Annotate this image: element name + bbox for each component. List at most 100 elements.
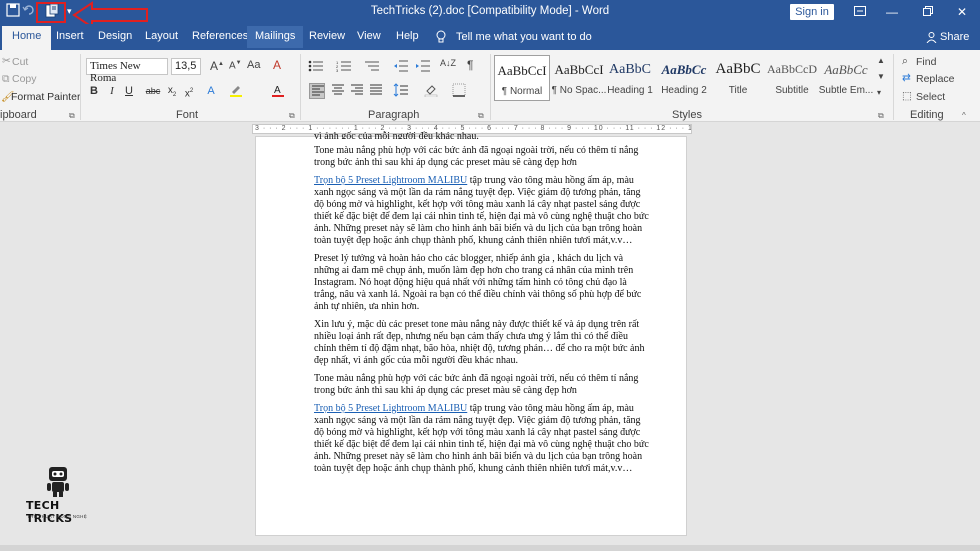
document-page[interactable]: vì ảnh gốc của mỗi người đều khác nhau. … [255, 131, 687, 536]
style-heading-1[interactable]: AaBbC Heading 1 [602, 55, 658, 101]
style-no-spacing[interactable]: AaBbCcI ¶ No Spac... [551, 55, 607, 101]
style-name: Subtitle [775, 85, 809, 96]
multilevel-list-icon[interactable] [364, 60, 380, 75]
tab-mailings[interactable]: Mailings [247, 26, 304, 48]
tab-insert[interactable]: Insert [56, 30, 84, 42]
bullets-icon[interactable] [308, 60, 324, 75]
style-preview: AaBbC [609, 62, 651, 77]
clear-formatting-icon[interactable]: A [273, 58, 281, 72]
italic-icon[interactable]: I [104, 83, 120, 99]
style-title[interactable]: AaBbC Title [710, 55, 766, 101]
doc-paragraph: Tone màu nắng phù hợp với các bức ảnh đã… [314, 145, 639, 168]
tab-review[interactable]: Review [309, 30, 345, 42]
underline-icon[interactable]: U [121, 83, 137, 99]
document-body[interactable]: vì ảnh gốc của mỗi người đều khác nhau. … [314, 131, 650, 481]
align-center-icon[interactable] [331, 84, 345, 99]
font-launcher-icon[interactable]: ⧉ [289, 111, 295, 121]
style-preview: AaBbCcI [554, 62, 604, 77]
increase-indent-icon[interactable] [416, 60, 430, 75]
doc-paragraph: Tone màu nắng phù hợp với các bức ảnh đã… [314, 373, 639, 396]
style-subtle-emphasis[interactable]: AaBbCc Subtle Em... [818, 55, 874, 101]
text-effects-icon[interactable]: A [203, 83, 219, 99]
ribbon-display-icon[interactable] [842, 0, 878, 24]
style-subtitle[interactable]: AaBbCcD Subtitle [764, 55, 820, 101]
select-icon[interactable]: ⬚ [902, 90, 912, 102]
sign-in-button[interactable]: Sign in [790, 4, 834, 20]
style-preview: AaBbCc [824, 62, 868, 77]
justify-icon[interactable] [369, 84, 383, 99]
separator [80, 54, 81, 120]
tab-layout[interactable]: Layout [145, 30, 178, 42]
find-button[interactable]: Find [916, 56, 936, 68]
change-case-icon[interactable]: Aa [247, 59, 260, 71]
separator [490, 54, 491, 120]
replace-button[interactable]: Replace [916, 73, 955, 85]
font-group-label: Font [176, 109, 199, 121]
separator [300, 54, 301, 120]
superscript-icon[interactable]: x2 [181, 83, 197, 99]
strikethrough-icon[interactable]: abc [145, 83, 161, 99]
clipboard-launcher-icon[interactable]: ⧉ [69, 111, 75, 121]
style-preview: AaBbCcI [497, 63, 547, 78]
format-painter-button[interactable]: Format Painter [11, 91, 80, 103]
paragraph-launcher-icon[interactable]: ⧉ [478, 111, 484, 121]
font-size-box[interactable]: 13,5 [171, 58, 201, 75]
doc-paragraph-partial: vì ảnh gốc của mỗi người đều khác nhau. [314, 131, 479, 139]
tab-view[interactable]: View [357, 30, 381, 42]
replace-icon[interactable]: ⇄ [902, 72, 911, 84]
style-preview: AaBbCc [661, 62, 707, 77]
cut-icon[interactable]: ✂ [2, 55, 11, 67]
shrink-font-icon[interactable]: A▼ [229, 60, 242, 71]
minimize-icon[interactable]: — [874, 0, 910, 24]
close-icon[interactable]: ✕ [944, 0, 980, 24]
doc-paragraph: Preset lý tưởng và hoàn hảo cho các blog… [314, 253, 642, 312]
tab-references[interactable]: References [192, 30, 248, 42]
tab-home[interactable]: Home [2, 26, 52, 50]
sort-icon[interactable]: A↓Z [440, 58, 456, 68]
styles-scroll-up-icon[interactable]: ▲ [877, 56, 885, 65]
align-right-icon[interactable] [350, 84, 364, 99]
font-color-icon[interactable]: A [270, 83, 286, 99]
share-button[interactable]: Share [940, 31, 969, 43]
subscript-icon[interactable]: x2 [164, 83, 180, 99]
tab-help[interactable]: Help [396, 30, 419, 42]
copy-icon[interactable]: ⧉ [2, 73, 10, 86]
lightbulb-icon [436, 30, 446, 46]
share-icon[interactable] [926, 32, 937, 46]
tab-design[interactable]: Design [98, 30, 132, 42]
numbering-icon[interactable]: 123 [336, 60, 352, 75]
line-spacing-icon[interactable] [393, 83, 409, 100]
style-preview: AaBbC [715, 61, 761, 77]
copy-button[interactable]: Copy [12, 73, 37, 85]
select-button[interactable]: Select [916, 91, 945, 103]
bold-icon[interactable]: B [86, 83, 102, 99]
borders-icon[interactable] [452, 83, 466, 100]
hyperlink-malibu[interactable]: Trọn bộ 5 Preset Lightroom MALIBU [314, 403, 467, 414]
title-bar: ▾ TechTricks (2).doc [Compatibility Mode… [0, 0, 980, 29]
editing-group-label: Editing [910, 109, 944, 121]
tech-tricks-logo: TECH TRICKS THỦ THUẬT CÔNG NGHỆ [20, 465, 100, 525]
font-name-box[interactable]: Times New Roma [86, 58, 168, 84]
style-name: ¶ Normal [501, 86, 543, 97]
find-icon[interactable]: ⌕ [902, 55, 908, 68]
cut-button[interactable]: Cut [12, 56, 28, 68]
style-name: Heading 2 [661, 85, 707, 96]
style-heading-2[interactable]: AaBbCc Heading 2 [656, 55, 712, 101]
decrease-indent-icon[interactable] [394, 60, 408, 75]
tell-me-search[interactable]: Tell me what you want to do [456, 31, 592, 43]
style-normal[interactable]: AaBbCcI ¶ Normal [494, 55, 550, 101]
restore-icon[interactable] [910, 0, 946, 24]
show-formatting-icon[interactable]: ¶ [467, 58, 473, 72]
paragraph-group-label: Paragraph [368, 109, 420, 121]
styles-more-icon[interactable]: ▾ [877, 88, 881, 97]
styles-scroll-down-icon[interactable]: ▼ [877, 72, 885, 81]
grow-font-icon[interactable]: A▲ [210, 59, 224, 73]
hyperlink-malibu[interactable]: Trọn bộ 5 Preset Lightroom MALIBU [314, 175, 467, 186]
align-left-icon[interactable] [309, 83, 325, 99]
highlight-icon[interactable] [228, 83, 244, 99]
collapse-ribbon-icon[interactable]: ^ [962, 111, 966, 120]
style-name: Title [728, 85, 748, 96]
svg-text:A: A [274, 85, 281, 96]
styles-launcher-icon[interactable]: ⧉ [878, 111, 884, 121]
shading-icon[interactable] [424, 83, 438, 100]
